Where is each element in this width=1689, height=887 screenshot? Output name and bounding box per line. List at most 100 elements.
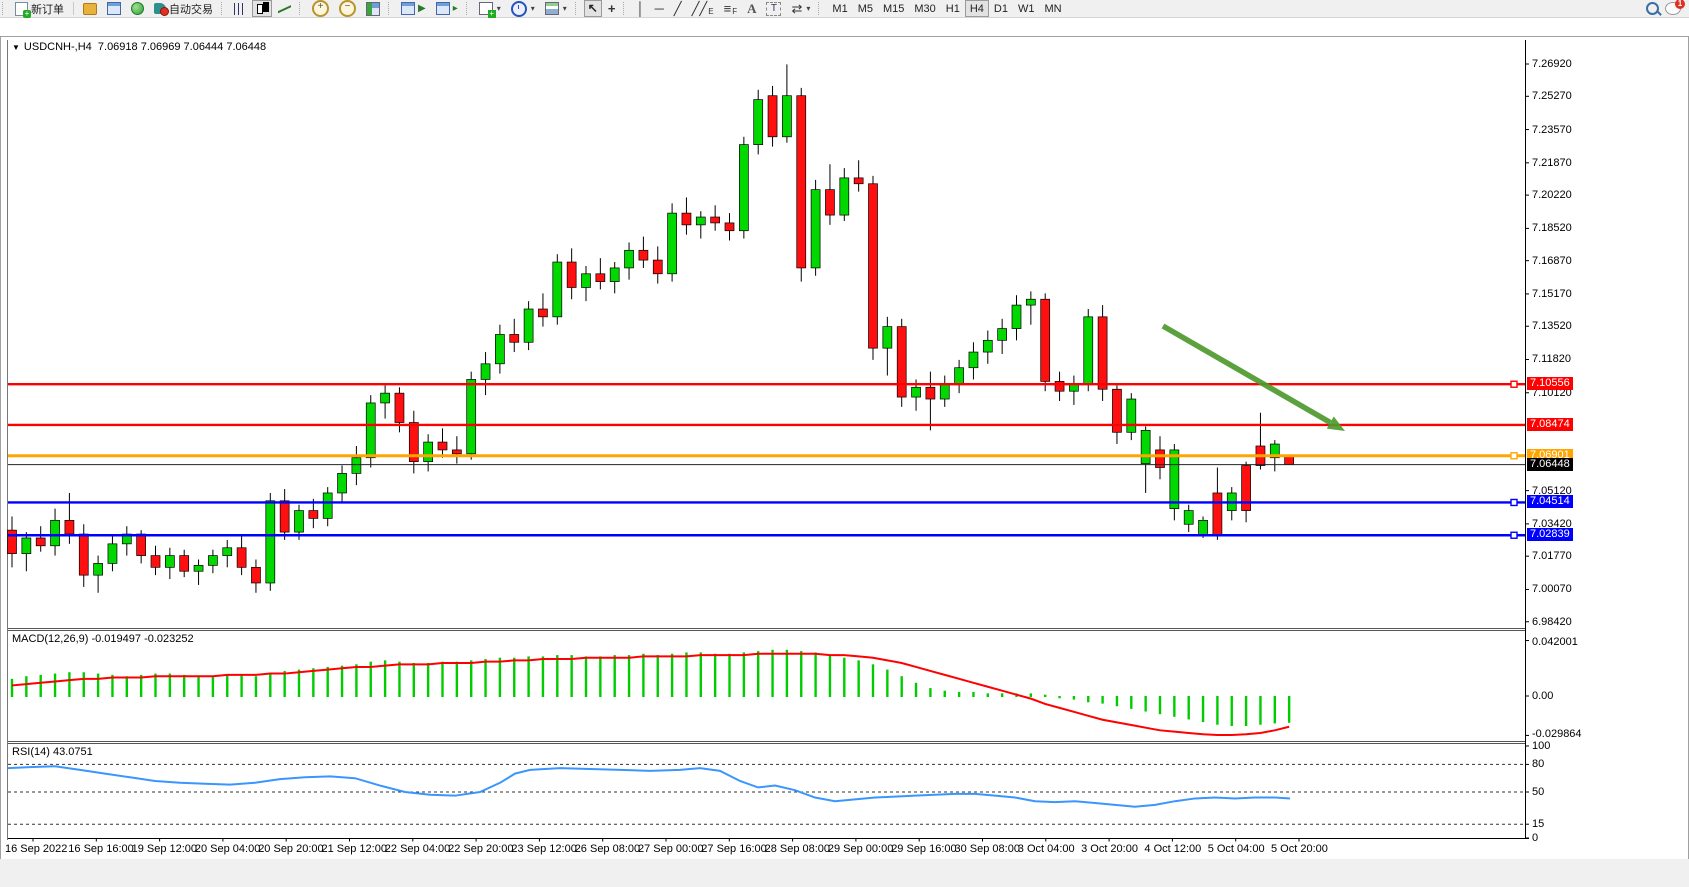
candle-body bbox=[395, 393, 404, 422]
line-handle[interactable] bbox=[1511, 499, 1517, 505]
candle-body bbox=[452, 450, 461, 454]
arrows-tool-icon: ⇄ bbox=[791, 2, 802, 15]
time-axis-label: 26 Sep 08:00 bbox=[575, 843, 640, 855]
zoom-out-button[interactable]: − bbox=[335, 0, 360, 17]
trendline-button[interactable]: ╱ bbox=[670, 0, 686, 17]
time-axis-label: 3 Oct 20:00 bbox=[1081, 843, 1138, 855]
candlestick-chart-icon bbox=[256, 2, 268, 15]
time-axis-label: 20 Sep 04:00 bbox=[195, 843, 260, 855]
timeframe-w1-button[interactable]: W1 bbox=[1013, 0, 1040, 17]
price-axis-label: 7.00070 bbox=[1532, 583, 1572, 595]
chart-canvas[interactable] bbox=[0, 36, 1689, 887]
channel-icon: ╱╱ bbox=[692, 2, 708, 15]
market-depth-button[interactable] bbox=[79, 0, 101, 17]
line-handle[interactable] bbox=[1511, 381, 1517, 387]
channel-button[interactable]: ╱╱E bbox=[688, 0, 718, 17]
arrows-tool-button[interactable]: ⇄▾ bbox=[787, 0, 814, 17]
symbol-period-label: USDCNH-,H4 bbox=[24, 41, 92, 53]
tile-windows-button[interactable] bbox=[362, 0, 384, 17]
new-order-label: 新订单 bbox=[31, 1, 64, 17]
text-label-button[interactable]: T bbox=[762, 0, 785, 17]
window-bottom-strip bbox=[0, 859, 1689, 869]
timeframe-h4-button[interactable]: H4 bbox=[965, 0, 989, 17]
time-axis-label: 22 Sep 04:00 bbox=[385, 843, 450, 855]
timeframe-h1-button[interactable]: H1 bbox=[941, 0, 965, 17]
candle-body bbox=[1199, 520, 1208, 536]
candle-body bbox=[467, 379, 476, 453]
chat-icon[interactable]: 1 bbox=[1665, 2, 1681, 15]
cursor-button[interactable]: ↖ bbox=[584, 0, 602, 17]
candle-body bbox=[682, 213, 691, 225]
timeframe-d1-button[interactable]: D1 bbox=[989, 0, 1013, 17]
bar-chart-icon bbox=[234, 3, 246, 15]
time-axis-label: 5 Oct 04:00 bbox=[1208, 843, 1265, 855]
time-axis-label: 16 Sep 2022 bbox=[5, 843, 67, 855]
autotrade-button[interactable]: 自动交易 bbox=[150, 0, 217, 17]
chart-shift-button[interactable]: ▸ bbox=[432, 0, 462, 17]
line-handle[interactable] bbox=[1511, 532, 1517, 538]
candle-body bbox=[582, 274, 591, 288]
fibonacci-button[interactable]: ≡F bbox=[720, 0, 741, 17]
time-axis-label: 21 Sep 12:00 bbox=[322, 843, 387, 855]
timeframe-m15-button[interactable]: M15 bbox=[878, 0, 909, 17]
time-axis-label: 4 Oct 12:00 bbox=[1144, 843, 1201, 855]
candle-body bbox=[983, 340, 992, 352]
line-handle[interactable] bbox=[1511, 453, 1517, 459]
toolbar-grip bbox=[623, 2, 628, 15]
templates-button[interactable]: ▾ bbox=[541, 0, 571, 17]
candle-body bbox=[309, 511, 318, 519]
macd-axis-label: -0.029864 bbox=[1532, 728, 1582, 740]
candle-body bbox=[1084, 317, 1093, 384]
auto-scroll-button[interactable]: ▶ bbox=[397, 0, 430, 17]
candle-body bbox=[1055, 381, 1064, 391]
candle-body bbox=[869, 184, 878, 348]
timeframe-m5-button[interactable]: M5 bbox=[853, 0, 878, 17]
text-icon: A bbox=[747, 2, 756, 15]
candle-body bbox=[524, 309, 533, 342]
line-chart-button[interactable] bbox=[274, 0, 295, 17]
horizontal-line-button[interactable]: ─ bbox=[651, 0, 668, 17]
templates-icon bbox=[545, 2, 559, 15]
candle-body bbox=[137, 534, 146, 556]
price-marker-badge: 7.02839 bbox=[1527, 528, 1573, 541]
horizontal-line-icon: ─ bbox=[655, 2, 664, 15]
crosshair-button[interactable]: + bbox=[604, 0, 620, 17]
market-watch-button[interactable] bbox=[103, 0, 125, 17]
candle-body bbox=[940, 383, 949, 399]
candle-body bbox=[1041, 299, 1050, 381]
timeframe-mn-button[interactable]: MN bbox=[1039, 0, 1066, 17]
price-axis-label: 7.23570 bbox=[1532, 124, 1572, 136]
vertical-line-button[interactable]: │ bbox=[632, 0, 648, 17]
candle-body bbox=[754, 100, 763, 145]
zoom-in-button[interactable]: + bbox=[308, 0, 333, 17]
new-order-button[interactable]: + 新订单 bbox=[11, 0, 68, 17]
time-axis-label: 16 Sep 16:00 bbox=[68, 843, 133, 855]
candle-body bbox=[237, 548, 246, 568]
periods-icon bbox=[511, 1, 527, 17]
chat-badge: 1 bbox=[1675, 0, 1685, 9]
candle-body bbox=[739, 145, 748, 231]
bar-chart-button[interactable] bbox=[230, 0, 250, 17]
price-marker-badge: 7.10556 bbox=[1527, 377, 1573, 390]
candle-body bbox=[1213, 493, 1222, 536]
chart-window[interactable]: ▼USDCNH-,H4 7.06918 7.06969 7.06444 7.06… bbox=[0, 18, 1689, 851]
search-icon[interactable] bbox=[1646, 2, 1659, 15]
time-axis-label: 22 Sep 20:00 bbox=[448, 843, 513, 855]
new-chart-button[interactable]: +▾ bbox=[475, 0, 505, 17]
candle-body bbox=[1141, 430, 1150, 463]
candle-body bbox=[510, 334, 519, 342]
toolbar-grip bbox=[818, 2, 823, 15]
toolbar-grip bbox=[388, 2, 393, 15]
text-button[interactable]: A bbox=[743, 0, 760, 17]
periods-button[interactable]: ▾ bbox=[507, 0, 539, 17]
candle-body bbox=[668, 213, 677, 274]
collapse-triangle-icon[interactable]: ▼ bbox=[12, 43, 20, 52]
candle-body bbox=[840, 178, 849, 215]
navigator-button[interactable] bbox=[127, 0, 148, 17]
timeframe-m1-button[interactable]: M1 bbox=[827, 0, 852, 17]
timeframe-m30-button[interactable]: M30 bbox=[909, 0, 940, 17]
market-depth-icon bbox=[83, 3, 97, 15]
candlestick-chart-button[interactable] bbox=[252, 0, 272, 17]
time-axis-label: 29 Sep 00:00 bbox=[828, 843, 893, 855]
candle-body bbox=[366, 403, 375, 458]
